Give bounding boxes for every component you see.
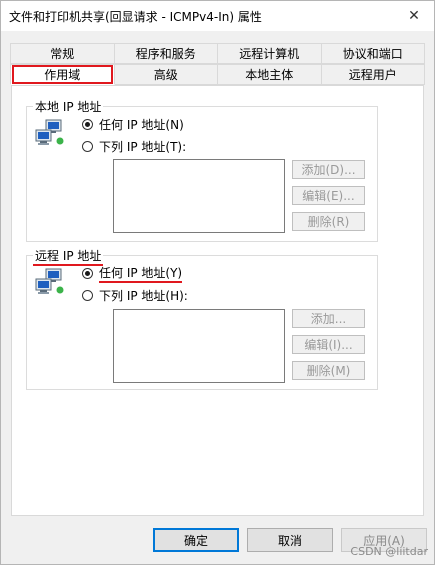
tab-label: 常规 <box>50 47 75 61</box>
local-list-ip-label: 下列 IP 地址(T): <box>99 139 187 154</box>
remote-remove-button[interactable]: 删除(M) <box>292 361 365 380</box>
remote-list-ip-radio[interactable]: 下列 IP 地址(H): <box>82 286 188 304</box>
radio-indicator <box>82 118 93 130</box>
tab-highlight-box <box>12 65 113 84</box>
tab-scope[interactable]: 作用域 <box>10 64 115 85</box>
network-computers-icon <box>35 268 64 294</box>
remote-ip-group: 远程 IP 地址 任何 IP 地址(Y) 下列 IP 地址(H): 添加... … <box>26 247 378 390</box>
local-remove-button[interactable]: 删除(R) <box>292 212 365 231</box>
local-list-ip-radio[interactable]: 下列 IP 地址(T): <box>82 137 186 155</box>
scope-panel: 本地 IP 地址 任何 IP 地址(N) 下列 IP 地址(T): 添加(D).… <box>11 85 424 516</box>
local-ip-list[interactable] <box>113 159 285 233</box>
remote-any-ip-radio[interactable]: 任何 IP 地址(Y) <box>82 264 183 283</box>
radio-indicator <box>82 289 93 301</box>
local-edit-button[interactable]: 编辑(E)... <box>292 186 365 205</box>
watermark-text: CSDN @liitdar <box>350 545 428 558</box>
tab-label: 程序和服务 <box>135 47 196 61</box>
remote-ip-list[interactable] <box>113 309 285 383</box>
remote-add-button[interactable]: 添加... <box>292 309 365 328</box>
properties-dialog: 文件和打印机共享(回显请求 - ICMPv4-In) 属性 ✕ 常规 程序和服务… <box>0 0 435 565</box>
tab-general[interactable]: 常规 <box>10 43 115 64</box>
close-icon[interactable]: ✕ <box>394 1 434 31</box>
tab-label: 协议和端口 <box>342 47 403 61</box>
tab-remote-users[interactable]: 远程用户 <box>320 64 425 85</box>
tab-label: 远程用户 <box>348 68 397 82</box>
title-bar: 文件和打印机共享(回显请求 - ICMPv4-In) 属性 ✕ <box>1 1 434 31</box>
window-title: 文件和打印机共享(回显请求 - ICMPv4-In) 属性 <box>9 10 262 24</box>
local-ip-group: 本地 IP 地址 任何 IP 地址(N) 下列 IP 地址(T): 添加(D).… <box>26 98 378 242</box>
cancel-button[interactable]: 取消 <box>247 528 333 552</box>
tab-remote-computers[interactable]: 远程计算机 <box>217 43 322 64</box>
tab-advanced[interactable]: 高级 <box>113 64 218 85</box>
tab-row-1: 常规 程序和服务 远程计算机 协议和端口 <box>10 43 425 64</box>
remote-any-ip-label: 任何 IP 地址(Y) <box>99 264 183 283</box>
tab-protocols-ports[interactable]: 协议和端口 <box>320 43 425 64</box>
tab-label: 高级 <box>153 68 178 82</box>
local-add-button[interactable]: 添加(D)... <box>292 160 365 179</box>
local-any-ip-radio[interactable]: 任何 IP 地址(N) <box>82 115 184 133</box>
radio-indicator <box>82 267 93 279</box>
remote-edit-button[interactable]: 编辑(I)... <box>292 335 365 354</box>
tab-local-principals[interactable]: 本地主体 <box>217 64 322 85</box>
ok-button[interactable]: 确定 <box>153 528 239 552</box>
local-ip-group-title: 本地 IP 地址 <box>33 98 104 115</box>
tab-programs-services[interactable]: 程序和服务 <box>113 43 218 64</box>
local-any-ip-label: 任何 IP 地址(N) <box>99 117 184 132</box>
tab-row-2: 作用域 高级 本地主体 远程用户 <box>10 64 425 85</box>
remote-list-ip-label: 下列 IP 地址(H): <box>99 288 188 303</box>
tab-label: 远程计算机 <box>239 47 300 61</box>
radio-indicator <box>82 140 93 152</box>
tab-label: 本地主体 <box>245 68 294 82</box>
network-computers-icon <box>35 119 64 145</box>
